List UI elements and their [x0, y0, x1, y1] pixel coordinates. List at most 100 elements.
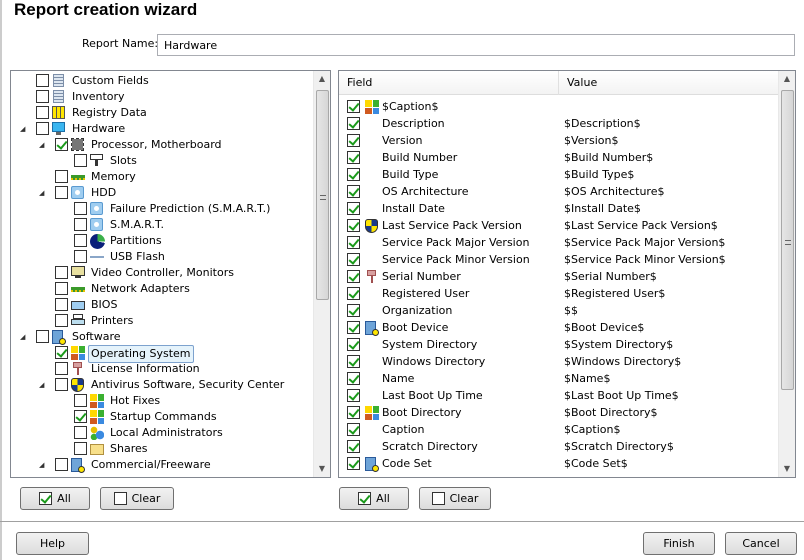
- tree-item[interactable]: ◢ Commercial/Freeware: [11, 457, 311, 473]
- tree-item[interactable]: Operating System: [11, 345, 311, 363]
- field-checkbox[interactable]: [347, 202, 360, 215]
- field-checkbox[interactable]: [347, 219, 360, 232]
- list-row[interactable]: Build Type $Build Type$: [339, 167, 777, 183]
- field-checkbox[interactable]: [347, 457, 360, 470]
- field-checkbox[interactable]: [347, 372, 360, 385]
- field-checkbox[interactable]: [347, 304, 360, 317]
- list-row[interactable]: Last Service Pack Version $Last Service P…: [339, 218, 777, 234]
- expand-arrow-icon[interactable]: ◢: [39, 137, 44, 153]
- list-row[interactable]: Last Boot Up Time $Last Boot Up Time$: [339, 388, 777, 404]
- tree-item-checkbox[interactable]: [74, 234, 87, 247]
- tree-item[interactable]: Custom Fields: [11, 73, 311, 89]
- field-checkbox[interactable]: [347, 134, 360, 147]
- category-tree[interactable]: Custom Fields Inventory Registry Data ◢ Hard…: [10, 70, 331, 478]
- tree-item[interactable]: Memory: [11, 169, 311, 185]
- scroll-thumb[interactable]: [781, 90, 794, 390]
- tree-item[interactable]: Slots: [11, 153, 311, 169]
- list-row[interactable]: Caption $Caption$: [339, 422, 777, 438]
- field-checkbox[interactable]: [347, 287, 360, 300]
- tree-item[interactable]: License Information: [11, 361, 311, 377]
- tree-item-checkbox[interactable]: [74, 202, 87, 215]
- tree-item[interactable]: Failure Prediction (S.M.A.R.T.): [11, 201, 311, 217]
- tree-item[interactable]: ◢ Software: [11, 329, 311, 345]
- list-row[interactable]: Organization $$: [339, 303, 777, 319]
- cancel-button[interactable]: Cancel: [725, 532, 797, 555]
- list-row[interactable]: System Directory $System Directory$: [339, 337, 777, 353]
- field-checkbox[interactable]: [347, 355, 360, 368]
- tree-item-checkbox[interactable]: [55, 170, 68, 183]
- list-row[interactable]: Boot Directory $Boot Directory$: [339, 405, 777, 421]
- scroll-thumb[interactable]: [316, 90, 329, 300]
- tree-item-checkbox[interactable]: [74, 426, 87, 439]
- column-header-field[interactable]: Field: [347, 76, 372, 89]
- expand-arrow-icon[interactable]: ◢: [39, 457, 44, 473]
- tree-item[interactable]: Video Controller, Monitors: [11, 265, 311, 281]
- list-row[interactable]: Install Date $Install Date$: [339, 201, 777, 217]
- list-row[interactable]: Code Set $Code Set$: [339, 456, 777, 472]
- report-name-input[interactable]: [157, 34, 795, 56]
- tree-item[interactable]: Printers: [11, 313, 311, 329]
- tree-item[interactable]: Startup Commands: [11, 409, 311, 425]
- tree-item-checkbox[interactable]: [36, 106, 49, 119]
- column-header-value[interactable]: Value: [567, 76, 597, 89]
- expand-arrow-icon[interactable]: ◢: [39, 377, 44, 393]
- tree-item-checkbox[interactable]: [74, 442, 87, 455]
- list-row[interactable]: Boot Device $Boot Device$: [339, 320, 777, 336]
- list-row[interactable]: Name $Name$: [339, 371, 777, 387]
- expand-arrow-icon[interactable]: ◢: [20, 121, 25, 137]
- list-row[interactable]: Windows Directory $Windows Directory$: [339, 354, 777, 370]
- field-checkbox[interactable]: [347, 168, 360, 181]
- field-checkbox[interactable]: [347, 423, 360, 436]
- tree-select-all-button[interactable]: All: [20, 487, 90, 510]
- tree-item[interactable]: Partitions: [11, 233, 311, 249]
- list-scrollbar[interactable]: ▲ ▼: [778, 71, 795, 477]
- tree-item[interactable]: Inventory: [11, 89, 311, 105]
- list-row[interactable]: Service Pack Major Version $Service Pack …: [339, 235, 777, 251]
- field-checkbox[interactable]: [347, 151, 360, 164]
- tree-item[interactable]: Hot Fixes: [11, 393, 311, 409]
- tree-item[interactable]: ◢ Antivirus Software, Security Center: [11, 377, 311, 393]
- finish-button[interactable]: Finish: [643, 532, 715, 555]
- field-checkbox[interactable]: [347, 100, 360, 113]
- field-checkbox[interactable]: [347, 117, 360, 130]
- field-checkbox[interactable]: [347, 253, 360, 266]
- tree-item[interactable]: Local Administrators: [11, 425, 311, 441]
- tree-item-checkbox[interactable]: [74, 154, 87, 167]
- tree-clear-button[interactable]: Clear: [100, 487, 174, 510]
- tree-item-checkbox[interactable]: [55, 298, 68, 311]
- list-row[interactable]: Description $Description$: [339, 116, 777, 132]
- scroll-down-icon[interactable]: ▼: [779, 461, 795, 477]
- field-checkbox[interactable]: [347, 270, 360, 283]
- tree-item-checkbox[interactable]: [55, 282, 68, 295]
- tree-item-checkbox[interactable]: [36, 122, 49, 135]
- help-button[interactable]: Help: [16, 532, 89, 555]
- tree-item-checkbox[interactable]: [55, 186, 68, 199]
- list-row[interactable]: Version $Version$: [339, 133, 777, 149]
- tree-item[interactable]: USB Flash: [11, 249, 311, 265]
- tree-scrollbar[interactable]: ▲ ▼: [313, 71, 330, 477]
- tree-item-checkbox[interactable]: [74, 410, 87, 423]
- list-row[interactable]: Registered User $Registered User$: [339, 286, 777, 302]
- field-checkbox[interactable]: [347, 338, 360, 351]
- tree-item[interactable]: ◢ HDD: [11, 185, 311, 201]
- expand-arrow-icon[interactable]: ◢: [20, 329, 25, 345]
- tree-item-checkbox[interactable]: [55, 138, 68, 151]
- list-row[interactable]: Serial Number $Serial Number$: [339, 269, 777, 285]
- tree-item-checkbox[interactable]: [55, 346, 68, 359]
- tree-item-checkbox[interactable]: [36, 74, 49, 87]
- list-row[interactable]: Scratch Directory $Scratch Directory$: [339, 439, 777, 455]
- tree-item-checkbox[interactable]: [74, 250, 87, 263]
- list-row[interactable]: $Caption$: [339, 99, 777, 115]
- list-select-all-button[interactable]: All: [339, 487, 409, 510]
- tree-item-checkbox[interactable]: [55, 458, 68, 471]
- list-row[interactable]: Build Number $Build Number$: [339, 150, 777, 166]
- field-checkbox[interactable]: [347, 389, 360, 402]
- tree-item-checkbox[interactable]: [55, 378, 68, 391]
- tree-item[interactable]: ◢ Hardware: [11, 121, 311, 137]
- field-checkbox[interactable]: [347, 440, 360, 453]
- field-checkbox[interactable]: [347, 321, 360, 334]
- field-checkbox[interactable]: [347, 185, 360, 198]
- field-checkbox[interactable]: [347, 406, 360, 419]
- tree-item-checkbox[interactable]: [74, 218, 87, 231]
- list-clear-button[interactable]: Clear: [419, 487, 491, 510]
